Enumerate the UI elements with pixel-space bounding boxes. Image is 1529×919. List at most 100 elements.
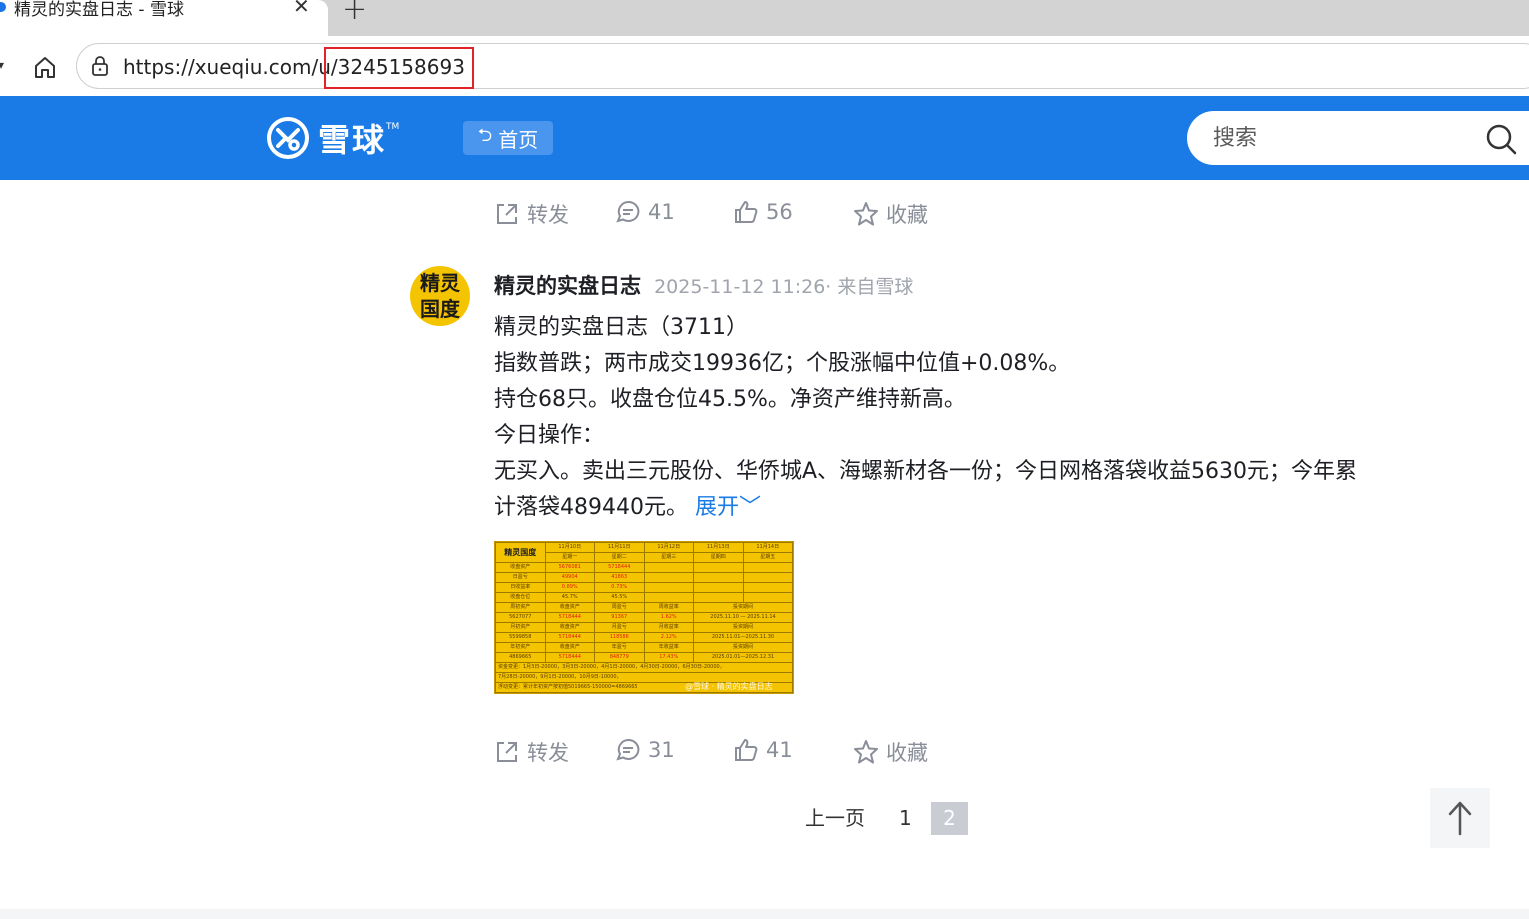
lock-icon[interactable] bbox=[91, 56, 109, 76]
back-chevron-icon[interactable]: ▾ bbox=[0, 58, 4, 72]
search-input[interactable] bbox=[1213, 124, 1463, 152]
table-cell: 5718444 bbox=[544, 632, 595, 643]
table-date: 11月14日 bbox=[742, 542, 793, 553]
table-cell: 周收益率 bbox=[643, 602, 694, 613]
avatar-text-2: 国度 bbox=[420, 297, 460, 321]
image-watermark: @雪球 · 精灵的实盘日志 bbox=[685, 682, 773, 691]
page-1-link[interactable]: 1 bbox=[899, 802, 912, 835]
table-cell bbox=[742, 572, 793, 583]
table-date: 11月13日 bbox=[693, 542, 744, 553]
post-line: 今日操作： bbox=[494, 423, 605, 448]
table-weekday: 星期二 bbox=[594, 552, 645, 563]
table-cell bbox=[693, 562, 744, 573]
repost-label: 转发 bbox=[527, 741, 569, 765]
table-cell: 5676081 bbox=[544, 562, 595, 573]
favorite-button[interactable]: 收藏 bbox=[853, 199, 928, 229]
home-button[interactable]: ⮌ 首页 bbox=[463, 121, 553, 155]
table-cell: 2025.01.01—2025.12.31 bbox=[693, 652, 793, 663]
table-cell: 2025.11.10 — 2025.11.14 bbox=[693, 612, 793, 623]
table-corner: 精灵国度 bbox=[495, 542, 546, 563]
site-header: 雪球 TM ⮌ 首页 bbox=[0, 96, 1529, 180]
post-line: 精灵的实盘日志（3711） bbox=[494, 315, 748, 340]
post-line: 指数普跌；两市成交19936亿；个股涨幅中位值+0.08%。 bbox=[494, 351, 1071, 376]
new-tab-button[interactable]: + bbox=[342, 0, 367, 27]
address-bar-row: ▾ https://xueqiu.com/u/3245158693 bbox=[0, 36, 1529, 96]
table-weekday: 星期三 bbox=[643, 552, 694, 563]
avatar[interactable]: 精灵 国度 bbox=[410, 266, 470, 326]
thumbs-up-icon bbox=[735, 201, 758, 223]
table-cell: 投资期间 bbox=[693, 642, 793, 653]
expand-link[interactable]: 展开﹀ bbox=[695, 495, 761, 520]
table-cell bbox=[643, 562, 694, 573]
post-body: 精灵的实盘日志（3711） 指数普跌；两市成交19936亿；个股涨幅中位值+0.… bbox=[494, 310, 1394, 526]
tab-favicon-icon bbox=[0, 2, 6, 12]
search-icon[interactable] bbox=[1485, 123, 1517, 155]
comment-button[interactable]: 41 bbox=[615, 199, 675, 225]
post-line: 计落袋489440元。 bbox=[494, 495, 688, 520]
comment-icon bbox=[616, 200, 640, 223]
table-cell: 5627077 bbox=[495, 612, 546, 623]
like-button[interactable]: 41 bbox=[733, 737, 793, 763]
table-cell bbox=[693, 582, 744, 593]
avatar-text-1: 精灵 bbox=[420, 271, 460, 295]
table-cell: 45.5% bbox=[594, 592, 645, 603]
table-cell: 5718444 bbox=[594, 562, 645, 573]
highlight-annotation-box bbox=[324, 47, 474, 89]
portfolio-table: 精灵国度 11月10日 11月11日 11月12日 11月13日 11月14日 … bbox=[495, 542, 793, 693]
repost-label: 转发 bbox=[527, 203, 569, 227]
favorite-button[interactable]: 收藏 bbox=[853, 737, 928, 767]
like-button[interactable]: 56 bbox=[733, 199, 793, 225]
xueqiu-logo[interactable]: 雪球 TM bbox=[266, 116, 399, 160]
like-count: 56 bbox=[766, 200, 793, 224]
table-cell: 月盈亏 bbox=[594, 622, 645, 633]
table-date: 11月10日 bbox=[544, 542, 595, 553]
post-line: 持仓68只。收盘仓位45.5%。净资产维持新高。 bbox=[494, 387, 966, 412]
table-note: 资金变更：1月3日-20000，3月3日-20000，4月1日-20000，4月… bbox=[495, 662, 793, 673]
table-date: 11月12日 bbox=[643, 542, 694, 553]
author-name[interactable]: 精灵的实盘日志 bbox=[494, 274, 641, 298]
repost-button[interactable]: 转发 bbox=[494, 737, 569, 767]
star-icon bbox=[854, 740, 878, 764]
repost-button[interactable]: 转发 bbox=[494, 199, 569, 229]
table-cell: 118586 bbox=[594, 632, 645, 643]
post-header: 精灵的实盘日志 2025-11-12 11:26· 来自雪球 bbox=[494, 270, 913, 300]
table-row-label: 日收益率 bbox=[495, 582, 546, 593]
table-cell: 0.89% bbox=[544, 582, 595, 593]
post-meta: 2025-11-12 11:26· 来自雪球 bbox=[654, 276, 914, 298]
home-icon[interactable] bbox=[30, 52, 60, 82]
back-to-top-button[interactable] bbox=[1430, 788, 1490, 848]
comment-button[interactable]: 31 bbox=[615, 737, 675, 763]
table-cell bbox=[643, 572, 694, 583]
table-cell: 45.7% bbox=[544, 592, 595, 603]
arrow-up-icon bbox=[1448, 801, 1472, 836]
browser-tab[interactable]: 精灵的实盘日志 - 雪球 ✕ bbox=[0, 0, 328, 36]
thumbs-up-icon bbox=[735, 739, 758, 761]
comment-icon bbox=[616, 738, 640, 761]
table-cell: 月收益率 bbox=[643, 622, 694, 633]
table-cell bbox=[643, 582, 694, 593]
comment-count: 41 bbox=[648, 200, 675, 224]
table-cell: 848779 bbox=[594, 652, 645, 663]
brand-name: 雪球 bbox=[318, 121, 387, 159]
table-cell: 4869665 bbox=[495, 652, 546, 663]
post-image-table[interactable]: 精灵国度 11月10日 11月11日 11月12日 11月13日 11月14日 … bbox=[494, 541, 794, 694]
table-cell: 投资期间 bbox=[693, 622, 793, 633]
table-cell: 2.12% bbox=[643, 632, 694, 643]
table-cell: 5718444 bbox=[544, 612, 595, 623]
page-2-current[interactable]: 2 bbox=[931, 802, 968, 835]
table-row-label: 日盈亏 bbox=[495, 572, 546, 583]
table-cell: 收盘资产 bbox=[544, 642, 595, 653]
table-cell: 收盘资产 bbox=[544, 602, 595, 613]
favorite-label: 收藏 bbox=[886, 203, 928, 227]
table-row-label: 收盘仓位 bbox=[495, 592, 546, 603]
table-cell bbox=[742, 592, 793, 603]
table-weekday: 星期四 bbox=[693, 552, 744, 563]
tab-close-icon[interactable]: ✕ bbox=[293, 0, 310, 18]
logo-mark-icon bbox=[267, 117, 309, 159]
table-cell: 5599858 bbox=[495, 632, 546, 643]
table-cell: 投资期间 bbox=[693, 602, 793, 613]
prev-page-button[interactable]: 上一页 bbox=[805, 802, 865, 835]
url-field[interactable]: https://xueqiu.com/u/3245158693 bbox=[76, 43, 1529, 89]
table-cell: 周盈亏 bbox=[594, 602, 645, 613]
table-cell: 49904 bbox=[544, 572, 595, 583]
